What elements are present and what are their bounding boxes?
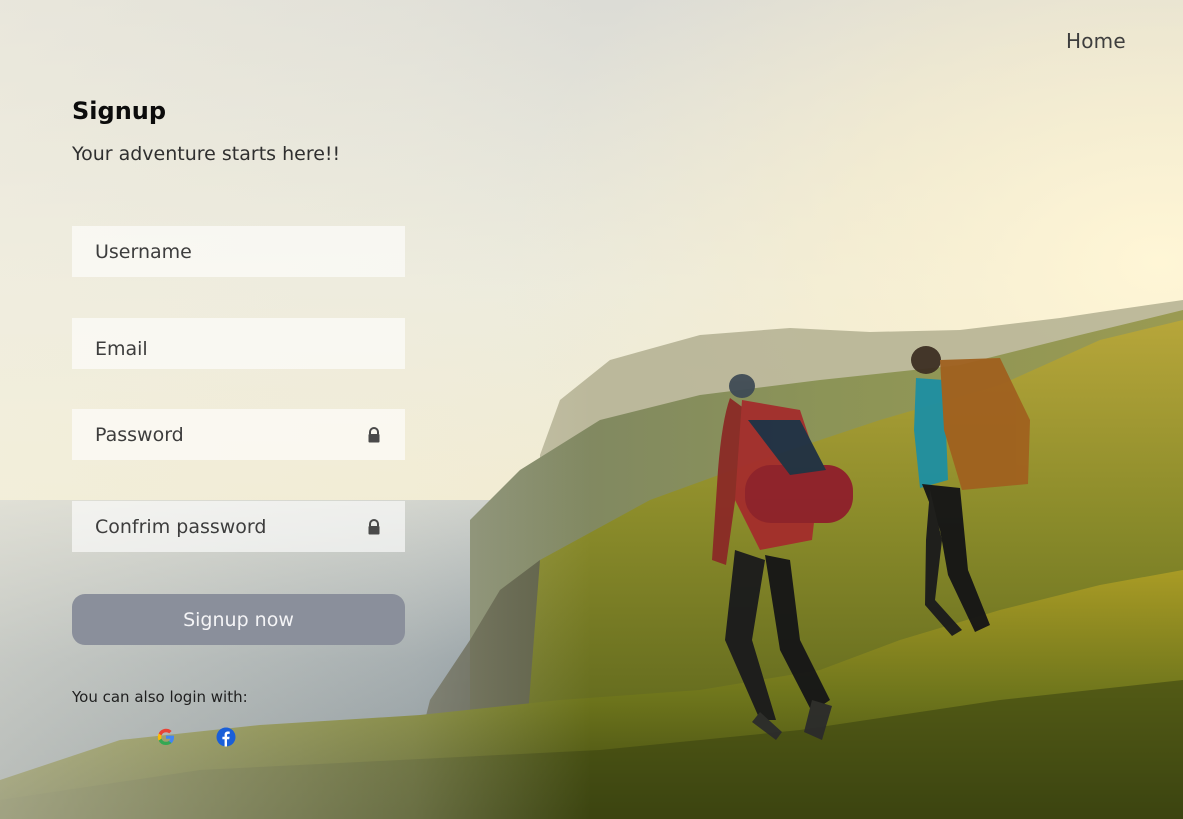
signup-title: Signup xyxy=(72,97,167,125)
signup-now-button[interactable]: Signup now xyxy=(72,594,405,645)
username-input[interactable] xyxy=(72,226,405,277)
confirm-password-input[interactable] xyxy=(72,501,405,552)
signup-subtitle: Your adventure starts here!! xyxy=(72,143,341,165)
signup-page: Home Signup Your adventure starts here!!… xyxy=(0,0,1183,819)
lock-icon xyxy=(368,427,380,443)
lock-icon xyxy=(368,519,380,535)
google-icon[interactable] xyxy=(156,727,176,747)
email-input[interactable] xyxy=(72,318,405,369)
nav-home-link[interactable]: Home xyxy=(1066,29,1126,53)
facebook-icon[interactable] xyxy=(216,727,236,747)
alt-login-text: You can also login with: xyxy=(72,688,248,706)
password-input[interactable] xyxy=(72,409,405,460)
